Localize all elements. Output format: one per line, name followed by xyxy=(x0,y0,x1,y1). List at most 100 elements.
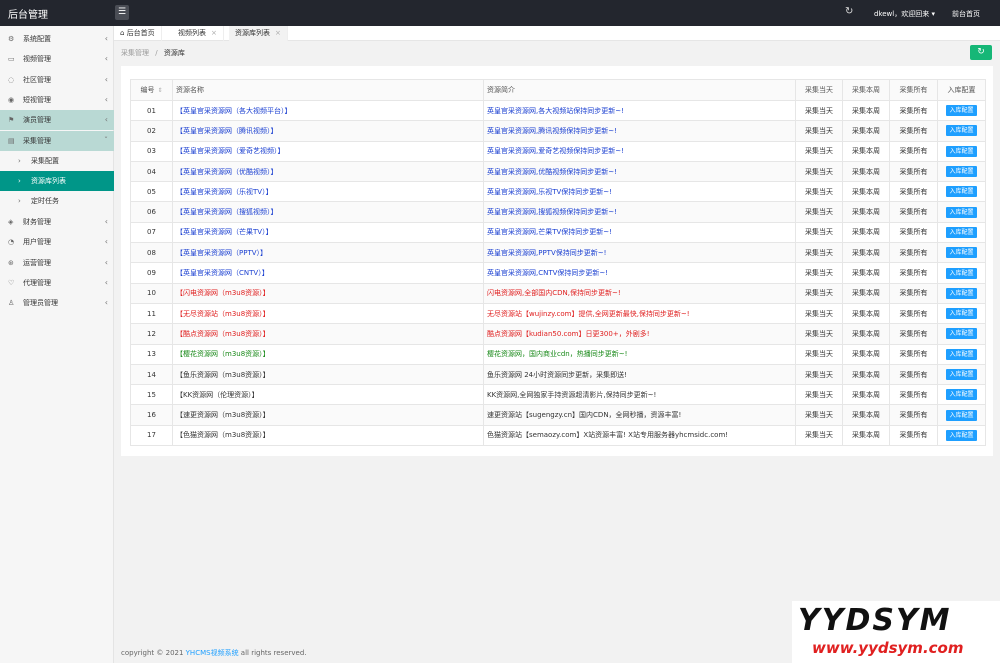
sidebar-item-collect[interactable]: ▤ 采集管理 ˇ xyxy=(0,131,114,151)
import-config-button[interactable]: 入库配置 xyxy=(946,186,977,198)
sidebar-item-finance[interactable]: ◈ 财务管理 ‹ xyxy=(0,212,114,232)
collect-week-action[interactable]: 采集本周 xyxy=(842,120,890,142)
collect-week-action[interactable]: 采集本周 xyxy=(842,282,890,304)
collect-day-action[interactable]: 采集当天 xyxy=(795,302,843,325)
sidebar-item-system-config[interactable]: ⚙ 系统配置 ‹ xyxy=(0,29,114,49)
import-config-button[interactable]: 入库配置 xyxy=(946,429,977,441)
import-config-button[interactable]: 入库配置 xyxy=(946,287,977,299)
user-menu[interactable]: dkewl，欢迎回来 ▾ xyxy=(874,9,935,19)
collect-day-action[interactable]: 采集当天 xyxy=(795,160,843,183)
collect-week-action[interactable]: 采集本周 xyxy=(842,323,890,345)
collect-all-action[interactable]: 采集所有 xyxy=(889,99,938,122)
collect-week-action[interactable]: 采集本周 xyxy=(842,99,890,122)
collect-all-action[interactable]: 采集所有 xyxy=(889,323,938,345)
sidebar-item-admin[interactable]: ♙ 管理员管理 ‹ xyxy=(0,293,114,313)
collect-all-action[interactable]: 采集所有 xyxy=(889,160,938,183)
collect-day-action[interactable]: 采集当天 xyxy=(795,282,843,304)
collect-day-action[interactable]: 采集当天 xyxy=(795,120,843,142)
collect-week-action[interactable]: 采集本周 xyxy=(842,160,890,183)
collect-day-action[interactable]: 采集当天 xyxy=(795,424,843,447)
collect-day-action[interactable]: 采集当天 xyxy=(795,404,843,426)
import-config-button[interactable]: 入库配置 xyxy=(946,308,977,320)
collect-all-action[interactable]: 采集所有 xyxy=(889,424,938,447)
footer-link[interactable]: YHCMS视频系统 xyxy=(186,649,239,657)
collect-all-action[interactable]: 采集所有 xyxy=(889,201,938,223)
refresh-icon[interactable]: ↻ xyxy=(845,6,853,17)
sort-icon[interactable]: ⇕ xyxy=(157,87,162,94)
collect-all-action[interactable]: 采集所有 xyxy=(889,262,938,284)
collect-day-action[interactable]: 采集当天 xyxy=(795,343,843,365)
collect-week-action[interactable]: 采集本周 xyxy=(842,242,890,264)
collect-week-action[interactable]: 采集本周 xyxy=(842,262,890,284)
collect-all-action[interactable]: 采集所有 xyxy=(889,363,938,386)
collect-week-action[interactable]: 采集本周 xyxy=(842,221,890,244)
close-icon[interactable]: × xyxy=(211,29,217,37)
collect-week-action[interactable]: 采集本周 xyxy=(842,363,890,386)
sidebar-item-resource-list[interactable]: › 资源库列表 xyxy=(0,171,114,191)
sidebar-item-user[interactable]: ◔ 用户管理 ‹ xyxy=(0,232,114,252)
tab-admin-home[interactable]: ⌂ 后台首页 xyxy=(114,26,162,41)
collect-day-action[interactable]: 采集当天 xyxy=(795,384,843,406)
collect-day-action[interactable]: 采集当天 xyxy=(795,201,843,223)
import-config-button[interactable]: 入库配置 xyxy=(946,369,977,380)
sidebar-item-community[interactable]: ◌ 社区管理 ‹ xyxy=(0,70,114,90)
sidebar-item-operation[interactable]: ⊛ 运营管理 ‹ xyxy=(0,253,114,273)
import-config-button[interactable]: 入库配置 xyxy=(946,348,977,360)
collect-day-action[interactable]: 采集当天 xyxy=(795,99,843,122)
collect-day-action[interactable]: 采集当天 xyxy=(795,262,843,284)
import-config-button[interactable]: 入库配置 xyxy=(946,105,977,117)
collect-all-action[interactable]: 采集所有 xyxy=(889,343,938,365)
collect-day-action[interactable]: 采集当天 xyxy=(795,323,843,345)
menu-toggle-button[interactable]: ☰ xyxy=(115,5,129,20)
collect-all-action[interactable]: 采集所有 xyxy=(889,221,938,244)
breadcrumb: 采集管理 / 资源库 xyxy=(121,48,185,58)
collect-all-action[interactable]: 采集所有 xyxy=(889,140,938,162)
frontend-home-link[interactable]: 前台首页 xyxy=(952,9,980,19)
collect-week-action[interactable]: 采集本周 xyxy=(842,343,890,365)
page-refresh-button[interactable]: ↻ xyxy=(970,45,992,60)
collect-day-action[interactable]: 采集当天 xyxy=(795,181,843,203)
import-config-button[interactable]: 入库配置 xyxy=(946,389,977,401)
import-config-button[interactable]: 入库配置 xyxy=(946,206,977,218)
cell-id: 16 xyxy=(130,404,173,426)
collect-day-action[interactable]: 采集当天 xyxy=(795,363,843,386)
collect-week-action[interactable]: 采集本周 xyxy=(842,302,890,325)
col-header-id[interactable]: 编号 ⇕ xyxy=(130,79,173,101)
sidebar-item-actor[interactable]: ⚑ 演员管理 ‹ xyxy=(0,110,114,130)
collect-week-action[interactable]: 采集本周 xyxy=(842,424,890,447)
refresh-icon: ↻ xyxy=(977,47,985,57)
import-config-button[interactable]: 入库配置 xyxy=(946,125,977,137)
sidebar-item-scheduled-task[interactable]: › 定时任务 xyxy=(0,191,114,211)
cell-id: 03 xyxy=(130,140,173,162)
collect-all-action[interactable]: 采集所有 xyxy=(889,242,938,264)
collect-week-action[interactable]: 采集本周 xyxy=(842,140,890,162)
tab-video-list[interactable]: 视频列表 × xyxy=(172,26,224,41)
import-config-button[interactable]: 入库配置 xyxy=(946,247,977,259)
collect-day-action[interactable]: 采集当天 xyxy=(795,140,843,162)
collect-week-action[interactable]: 采集本周 xyxy=(842,384,890,406)
collect-week-action[interactable]: 采集本周 xyxy=(842,201,890,223)
collect-all-action[interactable]: 采集所有 xyxy=(889,181,938,203)
import-config-button[interactable]: 入库配置 xyxy=(946,409,977,421)
sidebar-item-agent[interactable]: ♡ 代理管理 ‹ xyxy=(0,273,114,293)
import-config-button[interactable]: 入库配置 xyxy=(946,226,977,238)
import-config-button[interactable]: 入库配置 xyxy=(946,267,977,279)
collect-all-action[interactable]: 采集所有 xyxy=(889,120,938,142)
breadcrumb-parent[interactable]: 采集管理 xyxy=(121,49,149,57)
collect-day-action[interactable]: 采集当天 xyxy=(795,242,843,264)
tab-resource-list[interactable]: 资源库列表 × xyxy=(229,26,288,41)
collect-week-action[interactable]: 采集本周 xyxy=(842,181,890,203)
collect-all-action[interactable]: 采集所有 xyxy=(889,404,938,426)
import-config-button[interactable]: 入库配置 xyxy=(946,328,977,340)
sidebar-item-video[interactable]: ▭ 视频管理 ‹ xyxy=(0,49,114,69)
close-icon[interactable]: × xyxy=(275,29,281,37)
sidebar-item-short-video[interactable]: ◉ 短视管理 ‹ xyxy=(0,90,114,110)
collect-all-action[interactable]: 采集所有 xyxy=(889,384,938,406)
collect-all-action[interactable]: 采集所有 xyxy=(889,302,938,325)
sidebar-item-collect-config[interactable]: › 采集配置 xyxy=(0,151,114,171)
collect-day-action[interactable]: 采集当天 xyxy=(795,221,843,244)
collect-week-action[interactable]: 采集本周 xyxy=(842,404,890,426)
collect-all-action[interactable]: 采集所有 xyxy=(889,282,938,304)
import-config-button[interactable]: 入库配置 xyxy=(946,145,977,157)
import-config-button[interactable]: 入库配置 xyxy=(946,166,977,178)
